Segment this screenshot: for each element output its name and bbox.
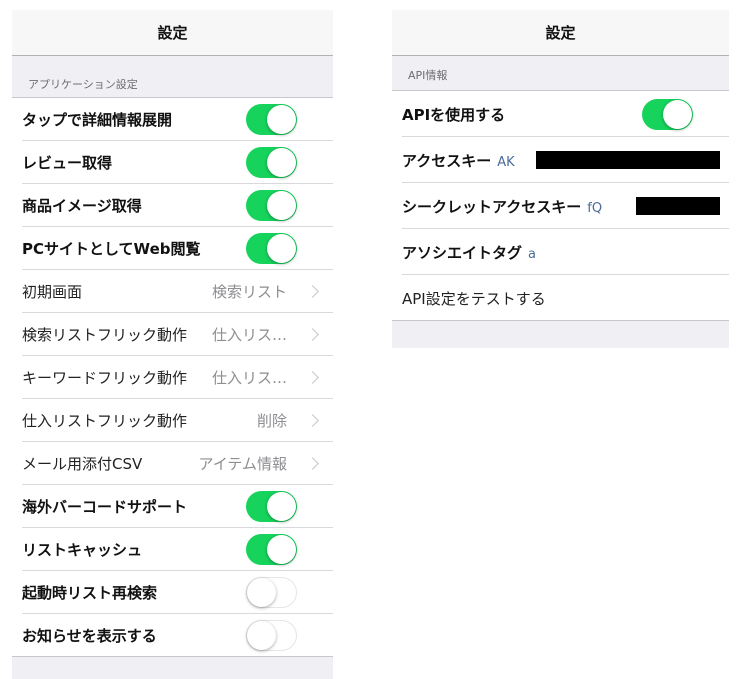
toggle-switch[interactable] [246, 577, 297, 608]
chevron-right-icon [306, 414, 319, 427]
setting-label: 商品イメージ取得 [22, 197, 142, 215]
toggle-knob [663, 99, 692, 129]
toggle-switch[interactable] [246, 534, 297, 565]
secret-key-value: fQ [587, 200, 603, 216]
setting-row-mail-csv[interactable]: メール用添付CSV アイテム情報 [12, 442, 333, 485]
setting-value: 検索リスト [211, 283, 287, 301]
toggle-switch[interactable] [246, 104, 297, 135]
setting-row-list-cache[interactable]: リストキャッシュ [12, 528, 333, 571]
toggle-switch[interactable] [246, 620, 297, 651]
test-api-settings-button[interactable]: API設定をテストする [392, 275, 729, 321]
chevron-right-icon [306, 371, 319, 384]
setting-label: メール用添付CSV [22, 455, 143, 473]
setting-row-associate-tag[interactable]: アソシエイトタグ a [392, 229, 729, 275]
toggle-knob [267, 105, 296, 134]
toggle-knob [267, 234, 296, 263]
setting-label: アクセスキー AK [402, 150, 515, 171]
setting-label: キーワードフリック動作 [22, 369, 188, 387]
toggle-switch[interactable] [246, 491, 297, 522]
toggle-switch[interactable] [246, 233, 297, 264]
secret-key-label: シークレットアクセスキー [402, 197, 582, 216]
access-key-value: AK [497, 154, 515, 170]
setting-label: 起動時リスト再検索 [22, 584, 158, 602]
toggle-knob [267, 148, 296, 177]
toggle-knob [247, 621, 276, 650]
nav-bar: 設定 [12, 10, 333, 56]
setting-label: 初期画面 [22, 283, 83, 301]
setting-label: リストキャッシュ [22, 541, 143, 559]
setting-label: 海外バーコードサポート [22, 498, 188, 516]
redaction-bar [636, 197, 720, 215]
api-settings-screen: 設定 API情報 APIを使用する アクセスキー AK シークレットアクセスキー f… [392, 10, 729, 348]
setting-label: 検索リストフリック動作 [22, 326, 188, 344]
toggle-knob [267, 191, 296, 220]
setting-label: タップで詳細情報展開 [22, 111, 173, 129]
setting-label: PCサイトとしてWeb閲覧 [22, 240, 201, 258]
setting-row-startup-research[interactable]: 起動時リスト再検索 [12, 571, 333, 614]
access-key-label: アクセスキー [402, 151, 492, 170]
setting-row-review[interactable]: レビュー取得 [12, 141, 333, 184]
associate-tag-label: アソシエイトタグ [402, 243, 523, 262]
setting-row-product-image[interactable]: 商品イメージ取得 [12, 184, 333, 227]
setting-value: 仕入リス… [211, 326, 287, 344]
toggle-switch[interactable] [642, 98, 693, 130]
app-settings-list: タップで詳細情報展開 レビュー取得 商品イメージ取得 PCサイトとしてWeb閲覧… [12, 97, 333, 657]
setting-row-overseas-barcode[interactable]: 海外バーコードサポート [12, 485, 333, 528]
setting-label: API設定をテストする [402, 289, 546, 308]
page-title: 設定 [157, 24, 188, 42]
toggle-knob [247, 578, 276, 607]
setting-row-initial-screen[interactable]: 初期画面 検索リスト [12, 270, 333, 313]
chevron-right-icon [306, 285, 319, 298]
setting-row-search-flick[interactable]: 検索リストフリック動作 仕入リス… [12, 313, 333, 356]
page-title: 設定 [545, 24, 576, 42]
setting-label: お知らせを表示する [22, 627, 157, 645]
toggle-switch[interactable] [246, 190, 297, 221]
chevron-right-icon [306, 328, 319, 341]
api-settings-list: APIを使用する アクセスキー AK シークレットアクセスキー fQ アソシエイトタ… [392, 90, 729, 321]
toggle-knob [267, 535, 296, 564]
setting-row-purchase-flick[interactable]: 仕入リストフリック動作 削除 [12, 399, 333, 442]
setting-label: 仕入リストフリック動作 [22, 412, 188, 430]
setting-row-use-api[interactable]: APIを使用する [392, 91, 729, 137]
toggle-knob [267, 492, 296, 521]
nav-bar: 設定 [392, 10, 729, 56]
setting-label: シークレットアクセスキー fQ [402, 196, 602, 217]
setting-label: APIを使用する [402, 105, 506, 124]
section-header-api-info: API情報 [408, 69, 448, 82]
redaction-bar [536, 151, 720, 169]
setting-row-secret-key[interactable]: シークレットアクセスキー fQ [392, 183, 729, 229]
setting-row-access-key[interactable]: アクセスキー AK [392, 137, 729, 183]
section-header-app-settings: アプリケーション設定 [28, 78, 138, 91]
setting-row-tap-expand[interactable]: タップで詳細情報展開 [12, 98, 333, 141]
setting-value: 削除 [256, 412, 287, 430]
setting-row-pc-site[interactable]: PCサイトとしてWeb閲覧 [12, 227, 333, 270]
app-settings-screen: 設定 アプリケーション設定 タップで詳細情報展開 レビュー取得 商品イメージ取得… [12, 10, 333, 679]
setting-row-keyword-flick[interactable]: キーワードフリック動作 仕入リス… [12, 356, 333, 399]
setting-value: アイテム情報 [198, 455, 287, 473]
setting-row-show-notice[interactable]: お知らせを表示する [12, 614, 333, 657]
setting-label: アソシエイトタグ a [402, 242, 536, 263]
setting-label: レビュー取得 [22, 154, 113, 172]
setting-value: 仕入リス… [211, 369, 287, 387]
associate-tag-value: a [528, 246, 536, 262]
toggle-switch[interactable] [246, 147, 297, 178]
chevron-right-icon [306, 457, 319, 470]
